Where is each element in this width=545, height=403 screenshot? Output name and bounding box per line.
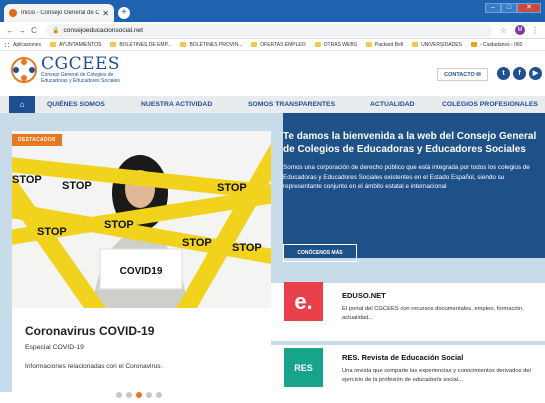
res-card[interactable]: RES RES. Revista de Educación Social Una… (271, 345, 545, 403)
new-tab-button[interactable]: + (118, 7, 130, 19)
logo-mark-icon (11, 57, 37, 83)
slider-dot-active[interactable] (136, 392, 142, 398)
slide-description: Informaciones relacionadas con el Corona… (25, 363, 163, 370)
reload-icon[interactable]: C (28, 26, 40, 35)
folder-icon (412, 42, 419, 47)
bookmark-folder[interactable]: BOLETINES PROVIN... (180, 42, 242, 48)
nav-colegios-profesionales[interactable]: COLEGIOS PROFESIONALES (442, 101, 538, 108)
back-icon[interactable]: ← (4, 26, 16, 35)
warning-icon (470, 42, 477, 47)
minimize-button[interactable]: – (485, 3, 501, 13)
site-header: CGCEES Consejo General de Colegios de Ed… (0, 51, 545, 96)
folder-icon (314, 42, 321, 47)
bookmark-folder[interactable]: OTRAS WEBS (314, 42, 357, 48)
profile-avatar[interactable]: M (515, 25, 525, 35)
youtube-icon[interactable]: ▶ (529, 67, 542, 80)
mail-icon: ✉ (476, 71, 481, 78)
hero-section: STOP STOP STOP STOP STOP STOP STOP COVID… (0, 113, 545, 403)
card-title[interactable]: RES. Revista de Educación Social (342, 353, 463, 362)
url-input[interactable]: 🔒 consejoeducacionsocial.net (46, 23, 492, 37)
maximize-button[interactable]: □ (501, 3, 517, 13)
tape-label: STOP (232, 242, 262, 254)
slide-title[interactable]: Coronavirus COVID-19 (25, 324, 154, 338)
favicon-icon (9, 9, 17, 17)
card-description: Una revista que comparte las experiencia… (342, 368, 531, 383)
folder-icon (50, 42, 57, 47)
bookmark-folder[interactable]: Packard Bell (366, 42, 403, 48)
facebook-icon[interactable]: f (513, 67, 526, 80)
eduso-card[interactable]: e. EDUSO.NET El portal del CGCEES con re… (271, 282, 545, 341)
slider-dot[interactable] (156, 392, 162, 398)
folder-icon (366, 42, 372, 47)
tape-label: STOP (37, 226, 67, 238)
nav-quienes-somos[interactable]: QUIÉNES SOMOS (47, 101, 105, 108)
twitter-icon[interactable]: t (497, 67, 510, 80)
welcome-title: Te damos la bienvenida a la web del Cons… (283, 131, 537, 155)
folder-icon (251, 42, 258, 47)
nav-actualidad[interactable]: ACTUALIDAD (370, 101, 415, 108)
slide-subtitle: Especial COVID-19 (25, 344, 84, 351)
learn-more-button[interactable]: CONÓCENOS MÁS (283, 244, 357, 262)
bookmark-folder[interactable]: UNIVERSIDADES (412, 42, 462, 48)
apps-icon (4, 41, 10, 48)
slider-dot[interactable] (116, 392, 122, 398)
contact-button[interactable]: CONTACTO ✉ (437, 68, 488, 81)
window-controls: – □ ✕ (485, 3, 541, 13)
menu-icon[interactable]: ⋮ (529, 26, 541, 35)
eduso-logo-icon: e. (284, 282, 323, 321)
nav-somos-transparentes[interactable]: SOMOS TRANSPARENTES (248, 101, 335, 108)
main-nav: ⌂ QUIÉNES SOMOS NUESTRA ACTIVIDAD SOMOS … (0, 96, 545, 113)
forward-icon[interactable]: → (16, 26, 28, 35)
featured-badge: DESTACADOS (12, 134, 62, 146)
bookmark-star-icon[interactable]: ☆ (500, 26, 507, 35)
logo-subtitle-2: Educadoras y Educadores Sociales (41, 78, 120, 84)
bookmarks-bar: Aplicaciones AYUNTAMIENTOS BOLETINES DE … (0, 39, 545, 51)
close-tab-icon[interactable]: ✕ (102, 9, 109, 18)
card-title[interactable]: EDUSO.NET (342, 291, 386, 300)
folder-icon (180, 42, 187, 47)
logo-text: CGCEES (41, 54, 121, 74)
covid-photo-illustration: STOP STOP STOP STOP STOP STOP STOP COVID… (12, 131, 271, 308)
slider-dot[interactable] (126, 392, 132, 398)
tape-label: STOP (217, 182, 247, 194)
lock-icon: 🔒 (52, 27, 60, 34)
browser-tab[interactable]: Inicio - Consejo General de Cole ✕ (4, 4, 114, 22)
welcome-text: Somos una corporación de derecho público… (283, 164, 530, 190)
slide-image: STOP STOP STOP STOP STOP STOP STOP COVID… (12, 131, 271, 308)
bookmark-folder[interactable]: BOLETINES DE EMP... (110, 42, 171, 48)
folder-icon (110, 42, 117, 47)
close-window-button[interactable]: ✕ (517, 3, 541, 13)
slider-dots (116, 392, 162, 398)
bookmark-apps[interactable]: Aplicaciones (4, 41, 41, 48)
sign-text: COVID19 (120, 266, 163, 277)
tape-label: STOP (12, 174, 42, 186)
nav-nuestra-actividad[interactable]: NUESTRA ACTIVIDAD (141, 101, 212, 108)
bookmark-folder[interactable]: OFERTAS EMPLEO (251, 42, 306, 48)
browser-tab-strip: Inicio - Consejo General de Cole ✕ + – □… (0, 0, 545, 22)
tab-title: Inicio - Consejo General de Cole (21, 10, 100, 16)
tape-label: STOP (104, 219, 134, 231)
site-logo[interactable]: CGCEES Consejo General de Colegios de Ed… (10, 56, 120, 84)
bookmark-link[interactable]: - Ciudadanos - 060 (470, 42, 522, 48)
slider-dot[interactable] (146, 392, 152, 398)
tape-label: STOP (62, 180, 92, 192)
featured-slider[interactable]: STOP STOP STOP STOP STOP STOP STOP COVID… (12, 131, 271, 398)
welcome-block: Te damos la bienvenida a la web del Cons… (283, 131, 538, 271)
url-text: consejoeducacionsocial.net (63, 26, 143, 34)
res-logo-icon: RES (284, 348, 323, 387)
address-bar: ← → C 🔒 consejoeducacionsocial.net ☆ M ⋮ (0, 22, 545, 39)
bookmark-folder[interactable]: AYUNTAMIENTOS (50, 42, 101, 48)
tape-label: STOP (182, 237, 212, 249)
card-description: El portal del CGCEES con recursos docume… (342, 306, 524, 321)
home-icon[interactable]: ⌂ (9, 96, 35, 113)
